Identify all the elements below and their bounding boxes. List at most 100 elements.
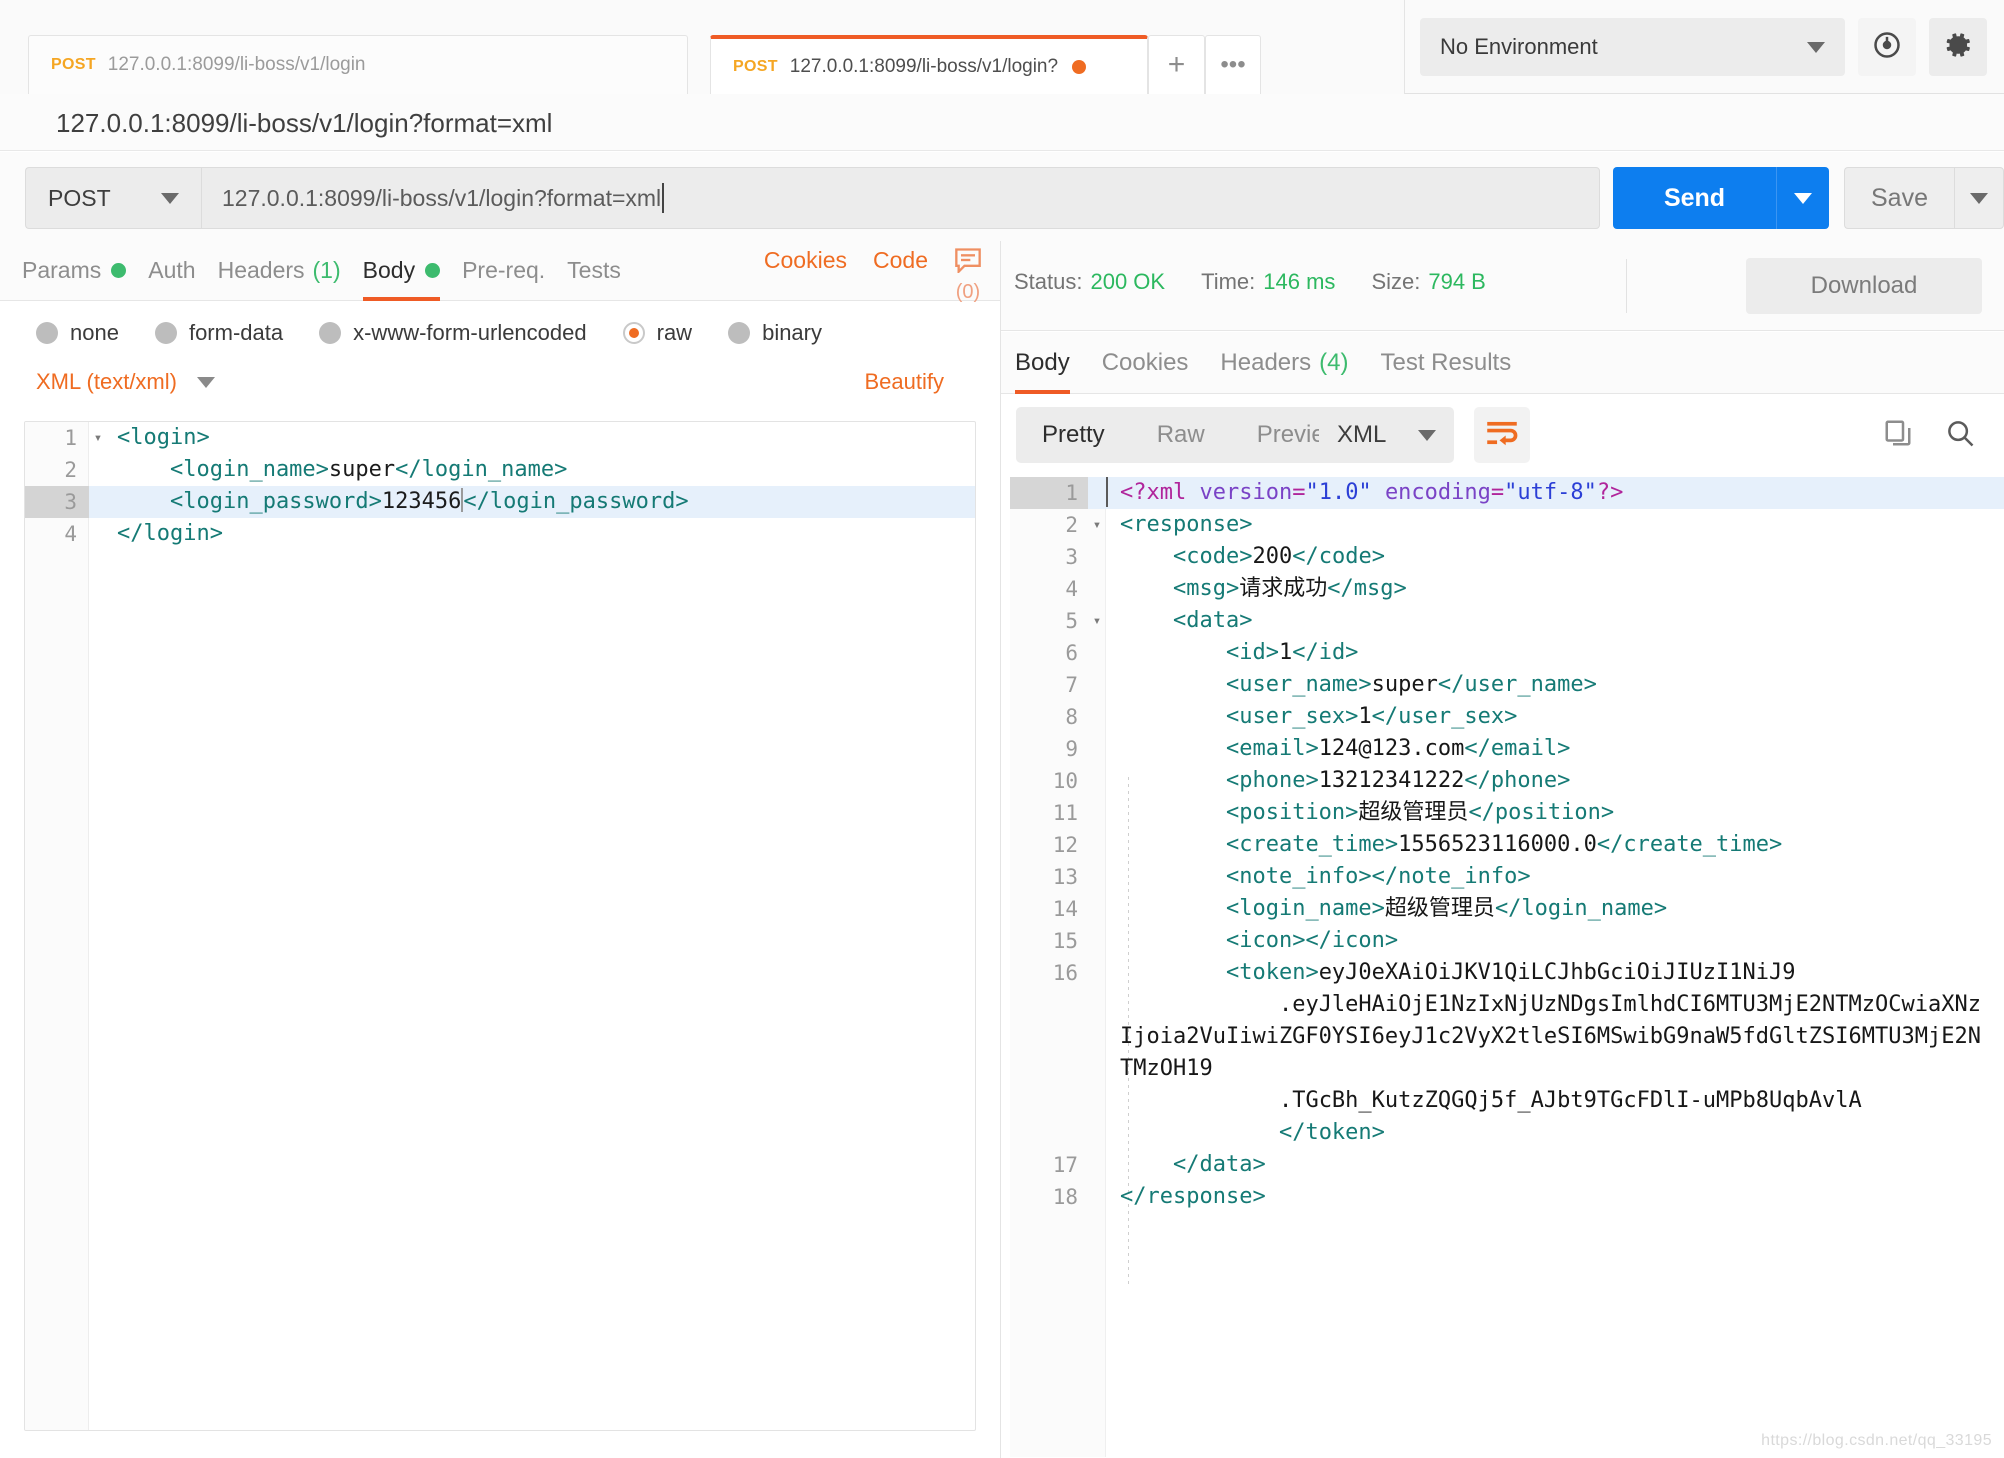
tab-options-button[interactable]: ••• — [1205, 35, 1261, 94]
tab-body[interactable]: Body — [363, 241, 440, 301]
code-token: <msg> — [1120, 576, 1239, 601]
request-tab-1[interactable]: POST 127.0.0.1:8099/li-boss/v1/login — [28, 35, 688, 94]
environment-selected-label: No Environment — [1440, 34, 1598, 60]
settings-button[interactable] — [1929, 18, 1987, 76]
save-button[interactable]: Save — [1844, 167, 1954, 229]
word-wrap-icon — [1486, 419, 1518, 452]
postman-window: POST 127.0.0.1:8099/li-boss/v1/login POS… — [0, 0, 2004, 1458]
tab-auth[interactable]: Auth — [148, 241, 195, 301]
code-token: <data> — [1120, 608, 1252, 633]
code-text: <code>200</code> — [1106, 541, 1385, 573]
tab-params[interactable]: Params — [22, 241, 126, 301]
chevron-down-icon — [161, 193, 179, 204]
code-text: <position>超级管理员</position> — [1106, 797, 1614, 829]
body-type-none-label: none — [70, 320, 119, 346]
code-line: 17 </data> — [1010, 1149, 2004, 1181]
code-line: 7 <user_name>super</user_name> — [1010, 669, 2004, 701]
response-body-code[interactable]: 1<?xml version="1.0" encoding="utf-8"?>2… — [1010, 477, 2004, 1213]
view-mode-pretty[interactable]: Pretty — [1016, 421, 1131, 449]
body-type-none[interactable]: none — [36, 320, 119, 346]
fold-arrow-icon[interactable]: ▾ — [89, 422, 107, 454]
send-button[interactable]: Send — [1613, 167, 1776, 229]
fold-spacer — [89, 486, 107, 518]
active-tab-underline — [363, 297, 440, 301]
request-name: 127.0.0.1:8099/li-boss/v1/login?format=x… — [56, 108, 552, 139]
http-method-select[interactable]: POST — [25, 167, 201, 229]
radio-icon — [36, 322, 58, 344]
tab-prerequest[interactable]: Pre-req. — [462, 241, 545, 301]
chevron-down-icon — [1418, 430, 1436, 441]
line-number: 11 — [1010, 797, 1088, 829]
code-line: 18</response> — [1010, 1181, 2004, 1213]
comments-button[interactable]: (0) — [954, 247, 982, 304]
code-token: <id> — [1120, 640, 1279, 665]
response-body-viewer[interactable]: 1<?xml version="1.0" encoding="utf-8"?>2… — [1010, 477, 2004, 1457]
line-number: 17 — [1010, 1149, 1088, 1181]
fold-arrow-icon[interactable]: ▾ — [1088, 509, 1106, 541]
view-mode-raw[interactable]: Raw — [1131, 421, 1231, 449]
code-line: 2▾<response> — [1010, 509, 2004, 541]
tab-tests[interactable]: Tests — [567, 241, 621, 301]
response-tab-test-results[interactable]: Test Results — [1380, 332, 1511, 394]
environment-select[interactable]: No Environment — [1420, 18, 1845, 76]
code-text: <user_name>super</user_name> — [1106, 669, 1597, 701]
code-line: 11 <position>超级管理员</position> — [1010, 797, 2004, 829]
code-token: ?> — [1597, 480, 1624, 505]
code-text: <icon></icon> — [1106, 925, 1398, 957]
body-type-raw[interactable]: raw — [623, 320, 692, 346]
time-value: 146 ms — [1263, 269, 1335, 295]
url-input-value: 127.0.0.1:8099/li-boss/v1/login?format=x… — [222, 185, 661, 212]
fold-spacer — [1088, 701, 1106, 733]
search-response-button[interactable] — [1938, 407, 1982, 463]
body-type-binary[interactable]: binary — [728, 320, 822, 346]
new-tab-button[interactable]: + — [1148, 35, 1205, 94]
request-body-editor[interactable]: 1▾<login>2 <login_name>super</login_name… — [24, 421, 976, 1431]
line-number: 9 — [1010, 733, 1088, 765]
code-link[interactable]: Code — [873, 247, 928, 274]
line-number: 4 — [25, 518, 89, 550]
response-language-select[interactable]: XML — [1319, 407, 1454, 463]
http-method-value: POST — [48, 185, 111, 212]
code-token: super — [329, 457, 395, 482]
copy-icon — [1883, 418, 1913, 453]
tab-headers[interactable]: Headers (1) — [218, 241, 341, 301]
line-number: 5 — [1010, 605, 1088, 637]
top-bar: POST 127.0.0.1:8099/li-boss/v1/login POS… — [0, 0, 2004, 94]
code-token: <phone> — [1120, 768, 1319, 793]
code-token: </phone> — [1464, 768, 1570, 793]
response-tab-cookies[interactable]: Cookies — [1102, 332, 1189, 394]
code-token: </user_name> — [1438, 672, 1597, 697]
response-status-bar: Status: 200 OK Time: 146 ms Size: 794 B … — [1001, 241, 2004, 331]
fold-spacer — [89, 518, 107, 550]
fold-arrow-icon[interactable]: ▾ — [1088, 605, 1106, 637]
code-token: 1 — [1279, 640, 1292, 665]
response-tab-headers-count: (4) — [1319, 349, 1348, 377]
word-wrap-button[interactable] — [1474, 407, 1530, 463]
code-line: 1▾<login> — [25, 422, 975, 454]
url-input[interactable]: 127.0.0.1:8099/li-boss/v1/login?format=x… — [201, 167, 1600, 229]
raw-format-value: XML (text/xml) — [36, 369, 177, 395]
raw-format-select[interactable]: XML (text/xml) — [36, 369, 215, 395]
save-options-button[interactable] — [1954, 167, 2004, 229]
environment-quick-look-button[interactable] — [1858, 18, 1916, 76]
tab-body-label: Body — [363, 257, 415, 284]
code-text: <?xml version="1.0" encoding="utf-8"?> — [1106, 477, 1623, 509]
download-button[interactable]: Download — [1746, 258, 1982, 314]
body-type-urlencoded[interactable]: x-www-form-urlencoded — [319, 320, 587, 346]
request-body-code[interactable]: 1▾<login>2 <login_name>super</login_name… — [25, 422, 975, 1430]
beautify-button[interactable]: Beautify — [865, 369, 945, 395]
body-type-form-data[interactable]: form-data — [155, 320, 283, 346]
code-line: 1<?xml version="1.0" encoding="utf-8"?> — [1010, 477, 2004, 509]
copy-response-button[interactable] — [1876, 407, 1920, 463]
cookies-link[interactable]: Cookies — [764, 247, 847, 274]
code-token: </user_sex> — [1372, 704, 1518, 729]
radio-icon — [728, 322, 750, 344]
request-tab-2[interactable]: POST 127.0.0.1:8099/li-boss/v1/login? — [710, 35, 1148, 94]
response-tab-headers[interactable]: Headers (4) — [1220, 332, 1348, 394]
code-token: </position> — [1468, 800, 1614, 825]
tab-headers-count: (1) — [313, 257, 341, 284]
send-options-button[interactable] — [1776, 167, 1829, 229]
fold-spacer — [1088, 573, 1106, 605]
body-type-form-data-label: form-data — [189, 320, 283, 346]
response-tab-body[interactable]: Body — [1015, 332, 1070, 394]
